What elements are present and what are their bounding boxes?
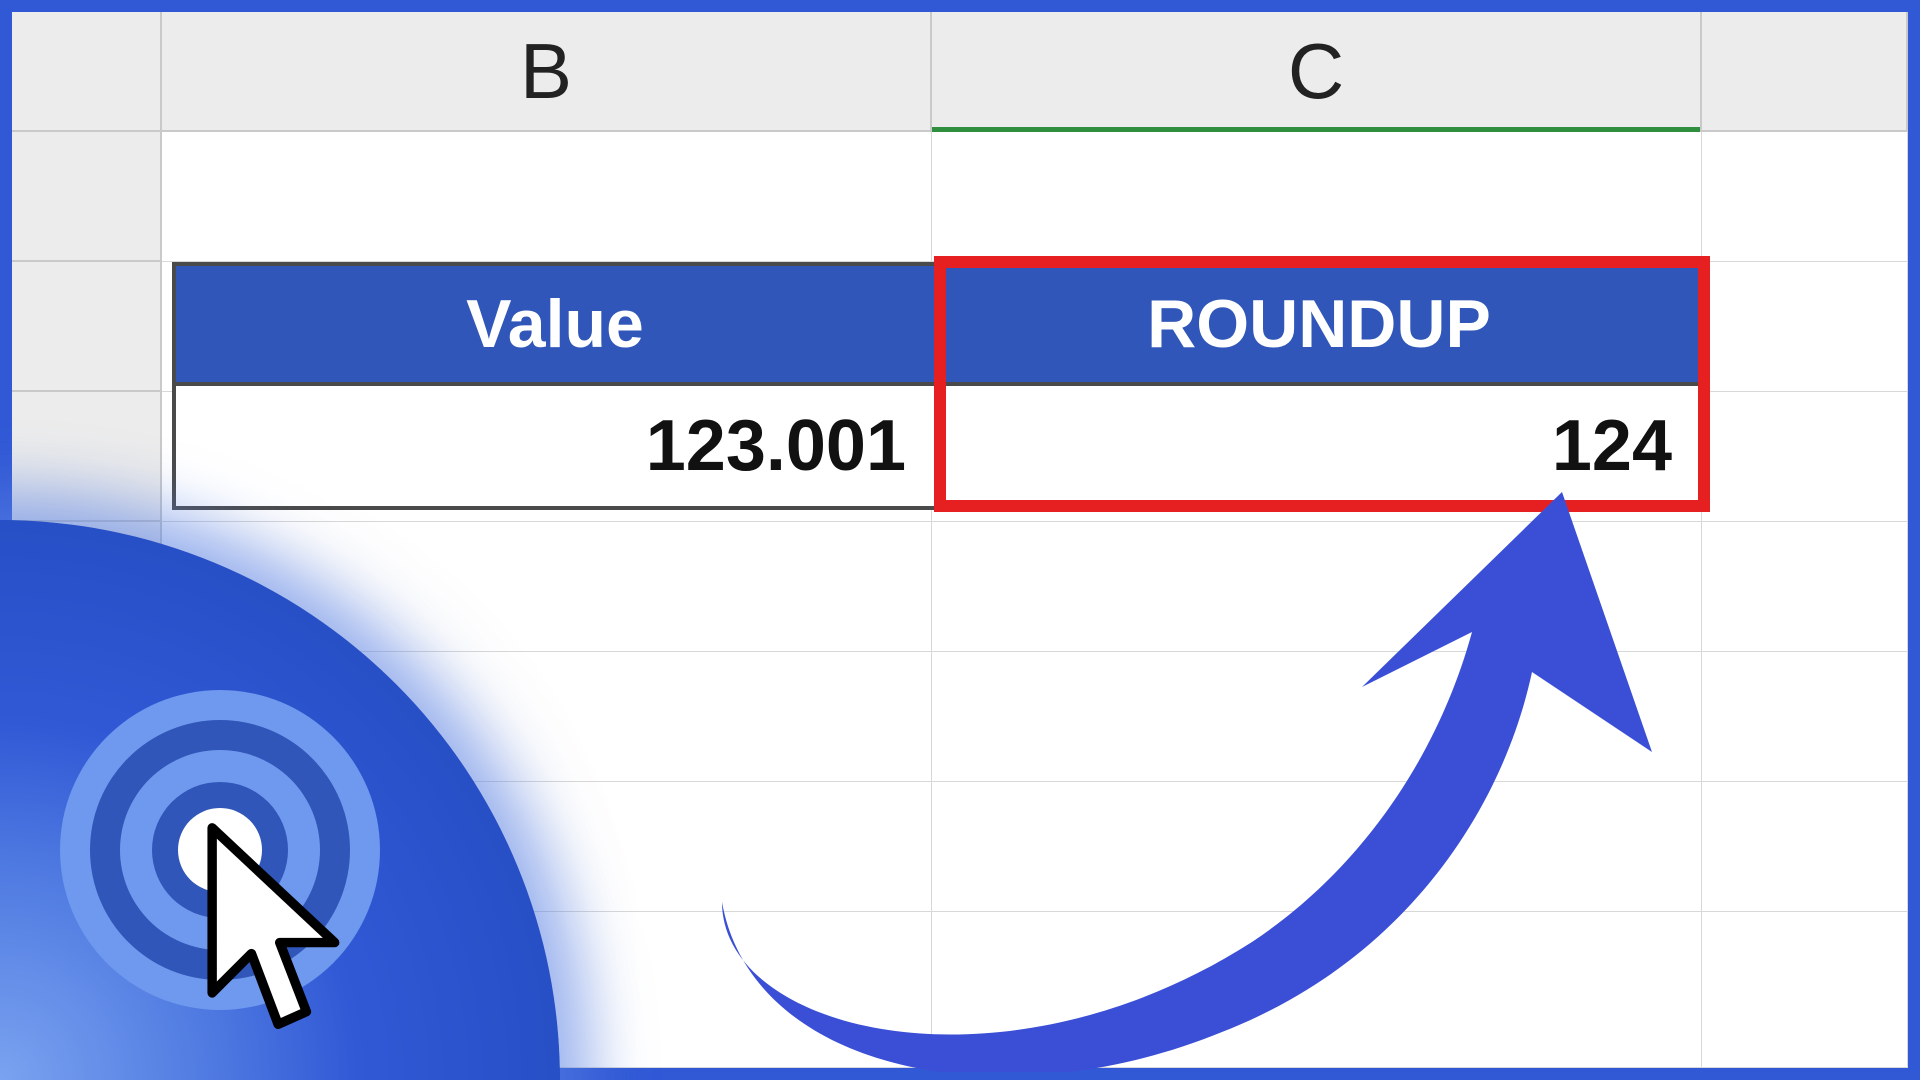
select-all-corner[interactable] bbox=[12, 12, 162, 132]
cell[interactable] bbox=[1702, 132, 1908, 262]
cell[interactable] bbox=[162, 652, 932, 782]
grid-row bbox=[12, 782, 1908, 912]
cell[interactable] bbox=[1702, 392, 1908, 522]
grid-row bbox=[12, 132, 1908, 262]
cell[interactable] bbox=[162, 912, 932, 1068]
row-header[interactable] bbox=[12, 522, 162, 652]
row-header[interactable] bbox=[12, 392, 162, 522]
header-value: Value bbox=[176, 266, 938, 386]
row-header[interactable] bbox=[12, 132, 162, 262]
cell[interactable] bbox=[932, 132, 1702, 262]
row-header[interactable] bbox=[12, 782, 162, 912]
cell[interactable] bbox=[932, 782, 1702, 912]
spreadsheet-grid: B C bbox=[12, 12, 1908, 1068]
header-roundup: ROUNDUP bbox=[938, 266, 1700, 386]
cell[interactable] bbox=[1702, 522, 1908, 652]
cell[interactable] bbox=[162, 782, 932, 912]
column-header-c[interactable]: C bbox=[932, 12, 1702, 132]
column-header-row: B C bbox=[12, 12, 1908, 132]
cell[interactable] bbox=[1702, 652, 1908, 782]
column-header-next[interactable] bbox=[1702, 12, 1908, 132]
cell[interactable] bbox=[162, 132, 932, 262]
grid-row bbox=[12, 912, 1908, 1068]
grid-row bbox=[12, 522, 1908, 652]
row-header[interactable] bbox=[12, 652, 162, 782]
grid-row bbox=[12, 652, 1908, 782]
column-header-b[interactable]: B bbox=[162, 12, 932, 132]
cell-value-input[interactable]: 123.001 bbox=[176, 386, 938, 506]
table-header-row: Value ROUNDUP bbox=[176, 266, 1700, 386]
cell[interactable] bbox=[932, 522, 1702, 652]
cell[interactable] bbox=[1702, 782, 1908, 912]
cell[interactable] bbox=[1702, 262, 1908, 392]
cell[interactable] bbox=[1702, 912, 1908, 1068]
example-table: Value ROUNDUP 123.001 124 bbox=[172, 262, 1704, 510]
cell[interactable] bbox=[932, 912, 1702, 1068]
cell[interactable] bbox=[162, 522, 932, 652]
table-data-row: 123.001 124 bbox=[176, 386, 1700, 506]
app-frame: B C bbox=[0, 0, 1920, 1080]
row-header[interactable] bbox=[12, 262, 162, 392]
cell[interactable] bbox=[932, 652, 1702, 782]
row-header[interactable] bbox=[12, 912, 162, 1068]
cell-roundup-result[interactable]: 124 bbox=[938, 386, 1700, 506]
